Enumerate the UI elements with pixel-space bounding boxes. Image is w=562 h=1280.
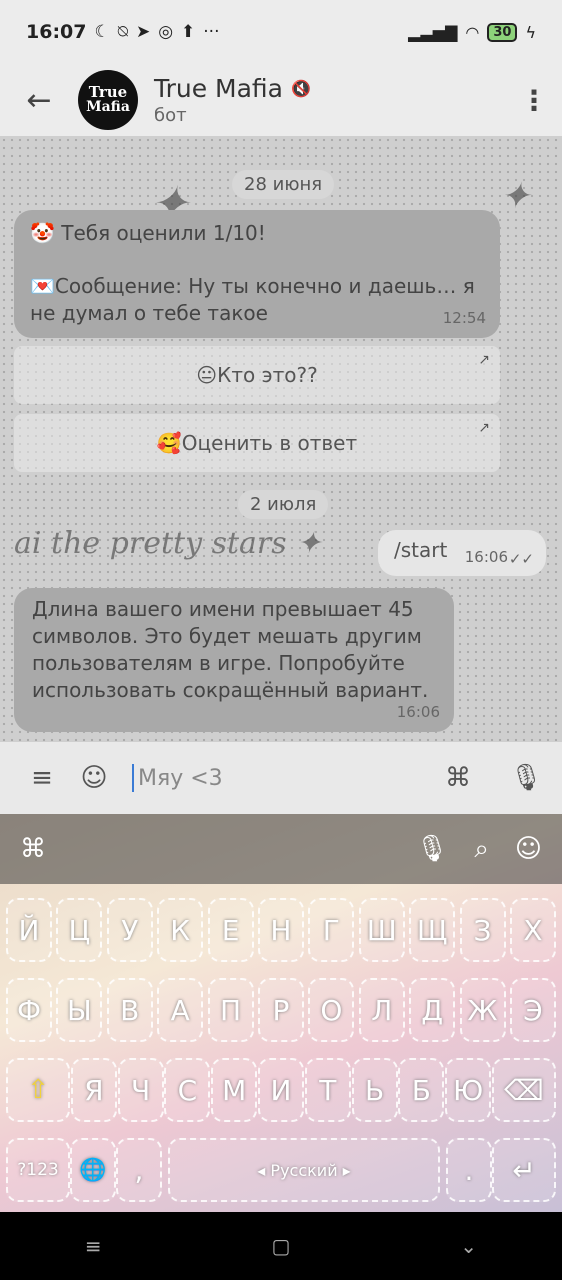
- key[interactable]: Д: [409, 978, 456, 1042]
- key[interactable]: Ц: [56, 898, 103, 962]
- backspace-icon[interactable]: ⌫: [491, 1058, 556, 1122]
- key[interactable]: Х: [509, 898, 556, 962]
- key[interactable]: Г: [308, 898, 355, 962]
- whatsapp-icon: ◎: [158, 22, 174, 42]
- shift-icon[interactable]: ⇧: [6, 1058, 70, 1122]
- key[interactable]: Ч: [117, 1058, 164, 1122]
- comma-key[interactable]: ,: [116, 1138, 162, 1202]
- keyboard-row-2: Ф Ы В А П Р О Л Д Ж Э: [0, 978, 562, 1042]
- message-bubble-incoming[interactable]: 🤡 Тебя оценили 1/10! 💌Сообщение: Ну ты к…: [14, 210, 500, 338]
- more-notifications-icon: ···: [203, 22, 220, 42]
- keyboard-row-3: ⇧ Я Ч С М И Т Ь Б Ю ⌫: [0, 1058, 562, 1122]
- bot-menu-icon[interactable]: ≡: [20, 763, 64, 793]
- date-separator: 28 июня: [232, 170, 335, 199]
- open-link-icon: ↗: [478, 420, 490, 436]
- chat-area[interactable]: ai the pretty stars ✦ ✦ ✦ 28 июня 🤡 Тебя…: [0, 136, 562, 742]
- message-time: 12:54: [442, 309, 486, 327]
- message-bubble-outgoing[interactable]: /start 16:06 ✓✓: [378, 530, 546, 576]
- keyboard-row-1: Й Ц У К Е Н Г Ш Щ З Х: [0, 898, 562, 962]
- key[interactable]: Р: [257, 978, 304, 1042]
- key[interactable]: Е: [207, 898, 254, 962]
- inline-button-who[interactable]: 😐Кто это?? ↗: [14, 346, 500, 404]
- key[interactable]: Ы: [56, 978, 103, 1042]
- key[interactable]: У: [106, 898, 153, 962]
- voice-input-icon[interactable]: 🎙: [415, 834, 448, 864]
- battery-indicator: 30: [487, 22, 518, 42]
- wifi-icon: ◠: [465, 22, 480, 42]
- message-text: Длина вашего имени превышает 45 символов…: [32, 597, 429, 702]
- wallpaper-star: ✦: [500, 176, 531, 217]
- key[interactable]: Э: [509, 978, 556, 1042]
- microphone-icon[interactable]: 🎙: [504, 763, 548, 793]
- system-nav-bar: ≡ ▢ ⌄: [0, 1212, 562, 1280]
- home-icon[interactable]: ▢: [272, 1234, 291, 1258]
- key[interactable]: Ш: [358, 898, 405, 962]
- message-input[interactable]: Мяу <3: [132, 764, 436, 792]
- key[interactable]: А: [157, 978, 204, 1042]
- key[interactable]: Н: [257, 898, 304, 962]
- emoji-sticker-icon[interactable]: ☺: [72, 763, 116, 793]
- status-bar: 16:07 ☾ ⍉ ➤ ◎ ⬆ ··· ▂▃▅▇ ◠ 30 ϟ: [0, 0, 562, 64]
- clover-menu-icon[interactable]: ⌘: [20, 834, 46, 864]
- double-check-icon: ✓✓: [508, 550, 534, 568]
- arrow-left-icon[interactable]: ←: [0, 83, 78, 118]
- symbols-key[interactable]: ?123: [6, 1138, 70, 1202]
- key[interactable]: С: [164, 1058, 211, 1122]
- key[interactable]: Ж: [459, 978, 506, 1042]
- key[interactable]: Й: [6, 898, 52, 962]
- bell-off-icon: ⍉: [117, 22, 128, 42]
- key[interactable]: Ь: [351, 1058, 398, 1122]
- key[interactable]: П: [207, 978, 254, 1042]
- moon-icon: ☾: [94, 22, 110, 42]
- message-time: 16:06: [396, 703, 440, 721]
- message-line: 🤡 Тебя оценили 1/10!: [30, 221, 266, 245]
- key[interactable]: О: [308, 978, 355, 1042]
- key[interactable]: М: [211, 1058, 258, 1122]
- inline-button-rate-back[interactable]: 🥰Оценить в ответ ↗: [14, 414, 500, 472]
- emoji-icon[interactable]: ☺: [515, 834, 542, 864]
- charging-icon: ϟ: [525, 22, 536, 42]
- space-key[interactable]: ◂ Русский ▸: [168, 1138, 440, 1202]
- key[interactable]: Б: [398, 1058, 445, 1122]
- attach-icon[interactable]: ⌘: [436, 763, 480, 793]
- key[interactable]: Я: [70, 1058, 117, 1122]
- key[interactable]: З: [459, 898, 506, 962]
- telegram-icon: ➤: [135, 22, 151, 42]
- period-key[interactable]: .: [446, 1138, 492, 1202]
- back-nav-icon[interactable]: ⌄: [460, 1234, 477, 1258]
- on-screen-keyboard: ⌘ 🎙 ⌕ ☺ Й Ц У К Е Н Г Ш Щ З Х Ф Ы В А П: [0, 814, 562, 1212]
- key[interactable]: В: [106, 978, 153, 1042]
- mute-icon: 🔇: [291, 79, 311, 98]
- wallpaper-scribble: ai the pretty stars ✦: [14, 526, 322, 561]
- key[interactable]: Т: [304, 1058, 351, 1122]
- chat-header: ← True Mafia True Mafia 🔇 бот ⋮: [0, 64, 562, 136]
- key[interactable]: К: [157, 898, 204, 962]
- key[interactable]: И: [257, 1058, 304, 1122]
- upload-icon: ⬆: [181, 22, 196, 42]
- chat-info[interactable]: True Mafia 🔇 бот: [154, 74, 311, 126]
- recents-icon[interactable]: ≡: [85, 1234, 102, 1258]
- key[interactable]: Ф: [6, 978, 52, 1042]
- signal-icon: ▂▃▅▇: [408, 22, 458, 42]
- keyboard-row-4: ?123 🌐 , ◂ Русский ▸ . ↵: [0, 1138, 562, 1202]
- globe-icon[interactable]: 🌐: [70, 1138, 116, 1202]
- message-bubble-incoming[interactable]: Длина вашего имени превышает 45 символов…: [14, 588, 454, 732]
- enter-icon[interactable]: ↵: [492, 1138, 556, 1202]
- message-line: 💌Сообщение: Ну ты конечно и даешь… я не …: [30, 274, 475, 325]
- status-time: 16:07: [26, 21, 87, 43]
- date-separator: 2 июля: [238, 490, 329, 519]
- avatar[interactable]: True Mafia: [78, 70, 138, 130]
- kebab-menu-icon[interactable]: ⋮: [506, 84, 562, 117]
- key[interactable]: Щ: [409, 898, 456, 962]
- text-cursor: [132, 764, 134, 792]
- message-time: 16:06: [464, 548, 508, 566]
- open-link-icon: ↗: [478, 352, 490, 368]
- message-input-bar: ≡ ☺ Мяу <3 ⌘ 🎙: [0, 742, 562, 814]
- key[interactable]: Л: [358, 978, 405, 1042]
- chat-subtitle: бот: [154, 105, 187, 126]
- keyboard-toolbar: ⌘ 🎙 ⌕ ☺: [0, 814, 562, 884]
- key[interactable]: Ю: [445, 1058, 492, 1122]
- chat-title: True Mafia: [154, 74, 284, 103]
- search-icon[interactable]: ⌕: [474, 834, 489, 865]
